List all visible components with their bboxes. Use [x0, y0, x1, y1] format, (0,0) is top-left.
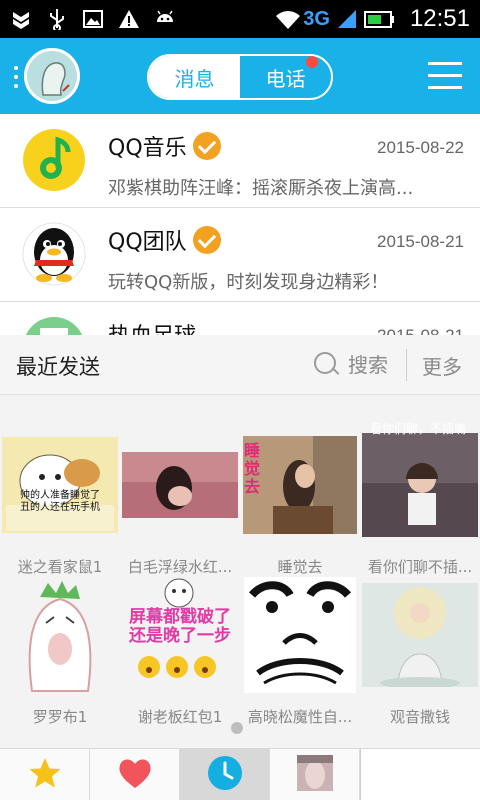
photo-thumbnail: [296, 755, 333, 795]
signal-icon: [336, 8, 358, 30]
image-icon: [82, 8, 104, 30]
sticker-hamster-image: 帅的人准备睡觉了 丑的人还在玩手机: [0, 418, 120, 552]
sticker-item[interactable]: 高晓松魔性自...: [240, 568, 360, 738]
tab-favorites[interactable]: [0, 749, 90, 800]
sticker-caption: 高晓松魔性自...: [247, 708, 353, 726]
list-item[interactable]: QQ音乐 2015-08-22 邓紫棋助阵汪峰：摇滚厮杀夜上演高...: [0, 114, 480, 208]
conversation-name: 热血足球: [108, 318, 196, 335]
conversation-preview: 邓紫棋助阵汪峰：摇滚厮杀夜上演高...: [108, 178, 414, 199]
list-item[interactable]: QQ团队 2015-08-21 玩转QQ新版，时刻发现身边精彩！: [0, 208, 480, 302]
conversation-name: QQ团队: [108, 224, 221, 256]
sticker-item[interactable]: 睡觉去 睡觉去: [240, 418, 360, 588]
sticker-face-image: [240, 568, 360, 702]
sticker-grid: 帅的人准备睡觉了 丑的人还在玩手机 迷之看家鼠1 白毛浮绿水红... 睡觉去 睡…: [0, 396, 480, 748]
sticker-item[interactable]: 罗罗布1: [0, 568, 120, 738]
sticker-text: 屏幕都戳破了 还是晚了一步: [129, 607, 231, 646]
list-item[interactable]: 热血足球 2015-08-21: [0, 302, 480, 335]
battery-icon: [363, 8, 396, 30]
sticker-item[interactable]: 观音撒钱: [360, 568, 480, 738]
network-type: 3G: [303, 7, 330, 30]
shield-icon: [10, 8, 32, 30]
heart-icon: [117, 756, 153, 794]
wifi-icon: [275, 8, 301, 30]
clock-time: 12:51: [409, 5, 470, 32]
menu-icon[interactable]: [428, 62, 462, 90]
star-icon: [28, 756, 62, 794]
sticker-item[interactable]: 屏幕都戳破了 还是晚了一步 谢老板红包1: [120, 568, 240, 738]
sticker-text: 帅的人准备睡觉了 丑的人还在玩手机: [20, 490, 100, 513]
tab-placeholder: [360, 749, 480, 800]
avatar[interactable]: [24, 48, 80, 104]
sticker-search-button[interactable]: 搜索: [312, 349, 388, 378]
conversation-preview: 玩转QQ新版，时刻发现身边精彩！: [108, 272, 389, 293]
sticker-text: 看你们聊，不插嘴: [369, 422, 466, 436]
sticker-child-image: 看你们聊，不插嘴: [360, 418, 480, 552]
sticker-tab-bar: [0, 748, 480, 800]
more-button[interactable]: 更多: [422, 351, 462, 380]
warning-icon: [118, 8, 140, 30]
sticker-photo-image: [120, 418, 240, 552]
recent-sent-title: 最近发送: [16, 355, 100, 379]
sticker-item[interactable]: 白毛浮绿水红...: [120, 418, 240, 588]
status-bar: 3G 12:51: [0, 0, 480, 38]
verified-badge-icon: [192, 132, 221, 160]
sticker-item[interactable]: 帅的人准备睡觉了 丑的人还在玩手机 迷之看家鼠1: [0, 418, 120, 588]
verified-badge-icon: [192, 226, 221, 254]
tab-custom-pack[interactable]: [270, 749, 360, 800]
conversation-date: 2015-08-21: [377, 326, 464, 335]
search-label: 搜索: [348, 353, 388, 377]
conversation-date: 2015-08-22: [377, 138, 464, 157]
football-icon: [22, 316, 86, 335]
app-header: 消息 电话: [0, 38, 480, 114]
sticker-caption: 观音撒钱: [389, 708, 450, 726]
divider: [406, 349, 407, 381]
sticker-item[interactable]: 看你们聊，不插嘴 看你们聊不插...: [360, 418, 480, 588]
sticker-text: 睡觉去: [244, 441, 261, 496]
android-icon: [154, 8, 176, 30]
page-indicator-dot: [231, 722, 243, 734]
clock-icon: [207, 755, 243, 795]
qq-music-icon: [22, 128, 86, 192]
sticker-panel-header: 最近发送 搜索 更多: [0, 335, 480, 395]
sticker-caption: 罗罗布1: [32, 708, 88, 726]
conversation-date: 2015-08-21: [377, 232, 464, 251]
sticker-sleep-image: 睡觉去: [240, 418, 360, 552]
conversation-list: QQ音乐 2015-08-22 邓紫棋助阵汪峰：摇滚厮杀夜上演高... QQ团队…: [0, 114, 480, 335]
tab-liked[interactable]: [90, 749, 180, 800]
sticker-radish-image: [0, 568, 120, 702]
notification-dot: [306, 56, 318, 68]
qq-penguin-icon: [22, 222, 86, 286]
search-icon: [312, 350, 340, 378]
tab-recent[interactable]: [180, 749, 270, 800]
sticker-guanyin-image: [360, 568, 480, 702]
usb-icon: [46, 8, 68, 32]
sticker-meme-image: 屏幕都戳破了 还是晚了一步: [120, 568, 240, 702]
sticker-caption: 谢老板红包1: [137, 708, 223, 726]
drawer-handle-icon[interactable]: [14, 66, 18, 88]
tab-messages[interactable]: 消息: [149, 56, 240, 98]
conversation-name: QQ音乐: [108, 130, 221, 162]
